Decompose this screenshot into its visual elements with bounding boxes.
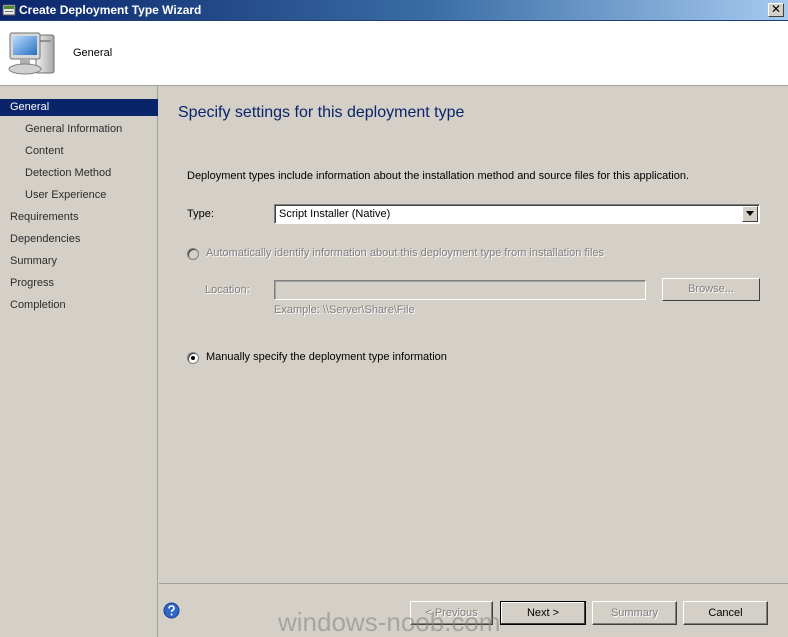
nav-step-completion[interactable]: Completion	[0, 297, 158, 314]
chevron-down-icon	[746, 211, 754, 216]
help-icon[interactable]	[163, 602, 180, 619]
watermark-text: windows-noob.com	[278, 607, 501, 637]
page-heading: Specify settings for this deployment typ…	[178, 104, 465, 121]
location-example: Example: \\Server\Share\File	[274, 304, 415, 316]
type-label: Type:	[187, 208, 214, 220]
manual-specify-radio[interactable]	[187, 352, 199, 364]
nav-step-detection-method[interactable]: Detection Method	[0, 165, 158, 182]
close-button[interactable]: ✕	[768, 3, 784, 17]
close-icon: ✕	[770, 2, 782, 16]
type-select[interactable]: Script Installer (Native)	[274, 204, 760, 224]
nav-step-progress[interactable]: Progress	[0, 275, 158, 292]
nav-step-dependencies[interactable]: Dependencies	[0, 231, 158, 248]
location-label: Location:	[205, 284, 250, 296]
nav-step-content[interactable]: Content	[0, 143, 158, 160]
next-button[interactable]: Next >	[500, 601, 586, 625]
radio-selected-dot	[191, 356, 195, 360]
computer-icon	[8, 32, 55, 75]
wizard-page: Specify settings for this deployment typ…	[159, 86, 788, 583]
auto-identify-radio[interactable]	[187, 248, 199, 260]
browse-button[interactable]: Browse...	[662, 278, 760, 301]
nav-step-general-information[interactable]: General Information	[0, 121, 158, 138]
auto-identify-label: Automatically identify information about…	[206, 247, 605, 259]
type-select-value: Script Installer (Native)	[279, 208, 391, 220]
window-title: Create Deployment Type Wizard	[19, 3, 202, 17]
nav-step-requirements[interactable]: Requirements	[0, 209, 158, 226]
type-dropdown-button[interactable]	[742, 206, 758, 222]
nav-step-summary[interactable]: Summary	[0, 253, 158, 270]
title-bar: Create Deployment Type Wizard ✕	[0, 0, 788, 21]
nav-step-user-experience[interactable]: User Experience	[0, 187, 158, 204]
wizard-header: General	[0, 21, 788, 86]
summary-button[interactable]: Summary	[592, 601, 677, 625]
header-title: General	[73, 47, 113, 59]
wizard-step-nav: General General Information Content Dete…	[0, 86, 158, 637]
manual-specify-label: Manually specify the deployment type inf…	[206, 351, 447, 363]
page-description: Deployment types include information abo…	[187, 170, 690, 182]
location-input[interactable]	[274, 280, 646, 300]
wizard-icon	[2, 4, 16, 16]
nav-step-general[interactable]: General	[0, 99, 158, 116]
cancel-button[interactable]: Cancel	[683, 601, 768, 625]
